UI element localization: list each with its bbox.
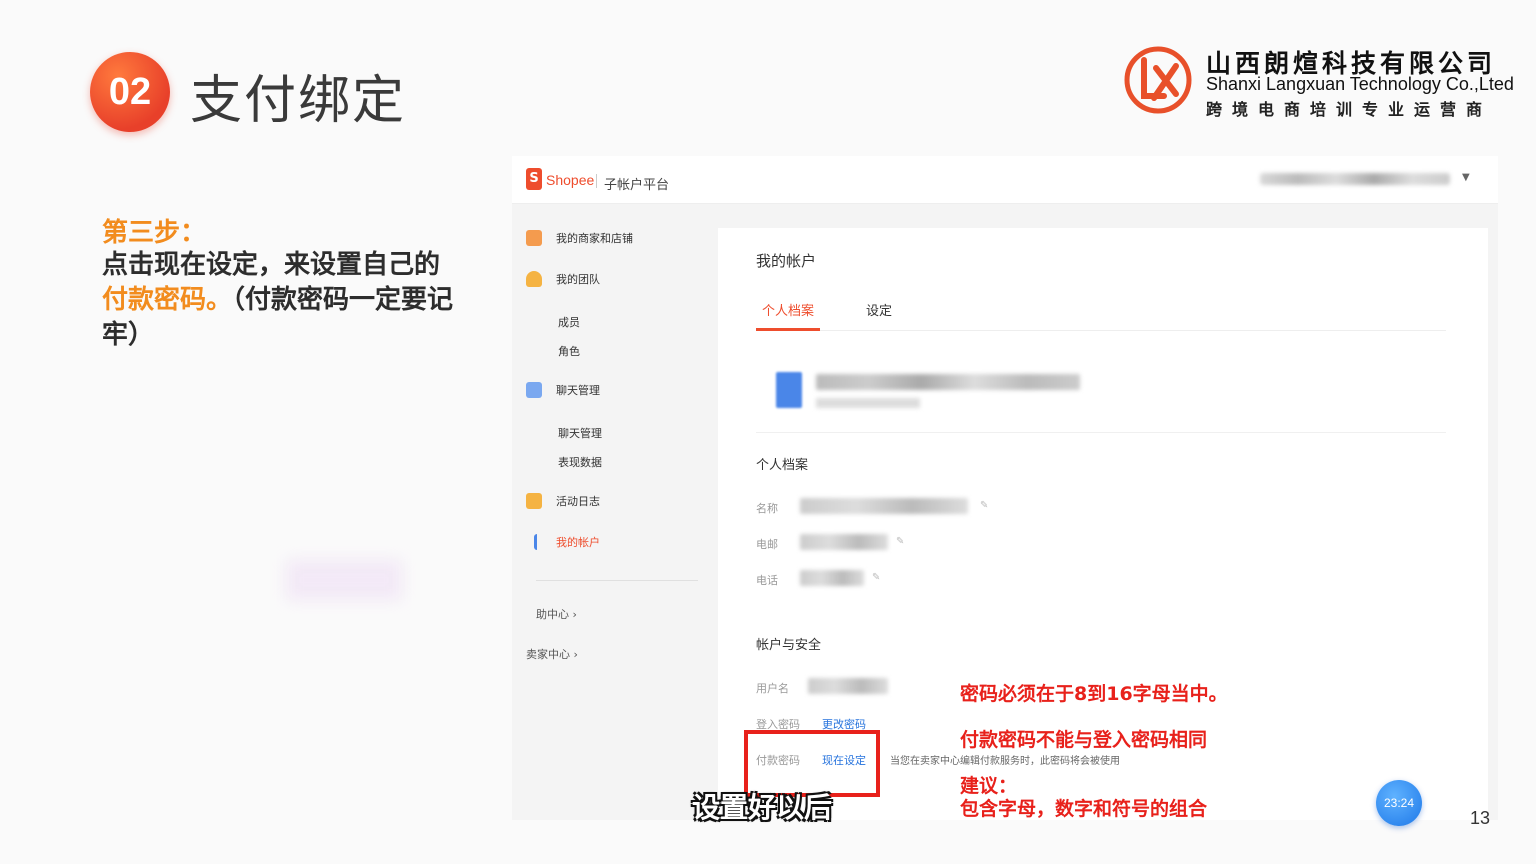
account-name-blurred[interactable] [1260,173,1450,185]
name-value-blurred [800,498,968,514]
tab-profile[interactable]: 个人档案 [762,300,814,319]
shopee-screenshot: S Shopee 子帐户平台 ▼ 我的商家和店铺 我的团队 成员 角色 聊天管理… [512,156,1498,820]
shop-name-blurred [816,374,1080,390]
phone-label: 电话 [756,574,778,587]
tab-divider [756,330,1446,331]
account-icon [534,534,542,550]
step-text-part-1: 点击现在设定，来设置自己的 [102,250,441,280]
help-center-link[interactable]: 助中心 › [536,606,577,622]
page-title: 我的帐户 [756,252,817,270]
active-tab-indicator [756,328,820,331]
sidebar: 我的商家和店铺 我的团队 成员 角色 聊天管理 聊天管理 表现数据 活动日志 我… [512,204,712,820]
name-label: 名称 [756,502,778,515]
company-name-en: Shanxi Langxuan Technology Co.,Lted [1206,74,1514,94]
username-label: 用户名 [756,682,789,695]
sidebar-item-roles[interactable]: 角色 [558,343,580,359]
sidebar-item-performance[interactable]: 表现数据 [558,454,602,470]
section-divider [756,432,1446,433]
portal-name: 子帐户平台 [604,178,670,193]
password-rule-length: 密码必须在于8到16字母当中。 [960,683,1228,705]
avatar [776,372,802,408]
team-icon [526,271,542,287]
sidebar-item-team[interactable]: 我的团队 [526,271,600,287]
video-subtitle: 设置好以后 [692,791,833,824]
store-icon [526,230,542,246]
step-label: 第三步： [102,218,207,248]
tab-settings[interactable]: 设定 [866,300,892,319]
sidebar-item-activity-log[interactable]: 活动日志 [526,493,600,509]
sidebar-item-label: 我的帐户 [556,536,600,549]
edit-icon[interactable]: ✎ [980,500,988,511]
page-number: 13 [1470,808,1491,828]
brand-name[interactable]: Shopee [546,172,594,188]
edit-icon[interactable]: ✎ [872,572,880,583]
suggestion-text: 包含字母，数字和符号的组合 [960,798,1208,820]
section-number-badge: 02 [90,52,170,132]
sidebar-item-label: 我的团队 [556,273,600,286]
sidebar-item-chat-management[interactable]: 聊天管理 [558,425,602,441]
sidebar-item-members[interactable]: 成员 [558,314,580,330]
chevron-down-icon[interactable]: ▼ [1462,172,1470,183]
sidebar-item-my-account[interactable]: 我的帐户 [526,534,600,550]
timer-bubble[interactable]: 23:24 [1376,780,1422,826]
chevron-right-icon: › [573,648,578,661]
company-tagline: 跨境电商培训专业运营商 [1206,100,1493,119]
company-logo-icon [1124,46,1192,114]
security-section-title: 帐户与安全 [756,638,822,653]
sidebar-item-label: 活动日志 [556,495,600,508]
step-description: 点击现在设定，来设置自己的付款密码。（付款密码一定要记牢） [102,248,462,353]
phone-value-blurred [800,570,864,586]
sidebar-divider [536,580,698,581]
sidebar-item-chat[interactable]: 聊天管理 [526,382,600,398]
shop-sub-blurred [816,398,920,408]
shopee-bag-icon[interactable]: S [526,168,542,190]
top-bar: S Shopee 子帐户平台 ▼ [512,156,1498,204]
sidebar-item-stores[interactable]: 我的商家和店铺 [526,230,633,246]
seller-center-label: 卖家中心 [526,648,570,661]
log-icon [526,493,542,509]
sidebar-item-label: 我的商家和店铺 [556,232,633,245]
email-value-blurred [800,534,888,550]
email-label: 电邮 [756,538,778,551]
sidebar-item-label: 聊天管理 [556,384,600,397]
ghost-watermark [286,560,402,600]
divider [596,174,597,188]
slide-title: 支付绑定 [190,71,407,131]
seller-center-link[interactable]: 卖家中心 › [526,646,578,662]
help-center-label: 助中心 [536,608,569,621]
password-rule-different: 付款密码不能与登入密码相同 [960,729,1208,751]
edit-icon[interactable]: ✎ [896,536,904,547]
chat-icon [526,382,542,398]
step-highlight: 付款密码。 [102,285,233,315]
payment-password-note: 当您在卖家中心编辑付款服务时，此密码将会被使用 [890,756,1120,767]
profile-section-title: 个人档案 [756,458,809,473]
username-value-blurred [808,678,888,694]
chevron-right-icon: › [572,608,577,621]
